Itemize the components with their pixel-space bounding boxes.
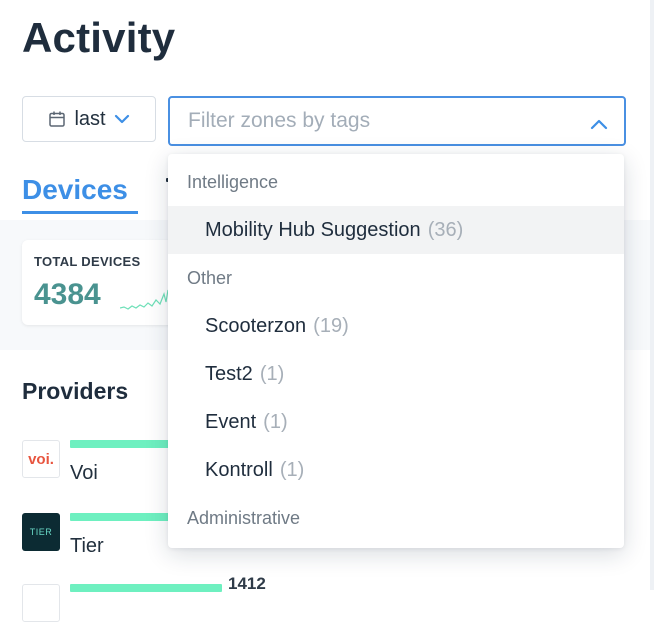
- scroll-edge: [650, 0, 654, 590]
- group-label-administrative: Administrative: [187, 508, 301, 528]
- option-label: Scooterzon: [205, 314, 307, 337]
- calendar-icon: [48, 110, 66, 128]
- filter-placeholder: Filter zones by tags: [188, 109, 371, 132]
- zone-tags-dropdown: Intelligence Mobility Hub Suggestion (36…: [168, 154, 624, 548]
- option-count: (19): [313, 314, 349, 337]
- option-event[interactable]: Event (1): [168, 398, 624, 446]
- option-count: (1): [263, 410, 288, 433]
- provider-name: Voi: [70, 462, 98, 484]
- option-scooterzon[interactable]: Scooterzon (19): [168, 302, 624, 350]
- active-tab-underline: [22, 211, 138, 214]
- option-label: Event: [205, 410, 257, 433]
- option-mobility-hub-suggestion[interactable]: Mobility Hub Suggestion (36): [168, 206, 624, 254]
- option-label: Kontroll: [205, 458, 273, 481]
- page-title: Activity: [22, 14, 176, 61]
- option-kontroll[interactable]: Kontroll (1): [168, 446, 624, 494]
- provider-name: Tier: [70, 535, 104, 557]
- tier-logo: TIER: [22, 513, 60, 551]
- provider-bar: [70, 584, 222, 592]
- option-label: Mobility Hub Suggestion: [205, 218, 421, 241]
- option-test2[interactable]: Test2 (1): [168, 350, 624, 398]
- zone-tag-filter-input[interactable]: Filter zones by tags: [168, 96, 626, 146]
- total-devices-value: 4384: [34, 278, 101, 311]
- total-devices-label: TOTAL DEVICES: [34, 254, 141, 269]
- providers-heading: Providers: [22, 378, 129, 404]
- option-count: (1): [279, 458, 305, 481]
- chevron-down-icon: [114, 114, 130, 124]
- provider-row[interactable]: 1412: [22, 574, 266, 644]
- voi-logo: voi.: [22, 440, 60, 478]
- date-range-button[interactable]: last: [22, 96, 156, 142]
- chevron-up-icon[interactable]: [590, 113, 608, 137]
- group-label-intelligence: Intelligence: [187, 172, 279, 192]
- tab-devices[interactable]: Devices: [22, 174, 128, 206]
- option-label: Test2: [205, 362, 253, 385]
- option-count: (1): [259, 362, 285, 385]
- provider-count: 1412: [228, 574, 266, 593]
- date-range-label: last: [74, 107, 106, 130]
- group-label-other: Other: [187, 268, 233, 288]
- option-count: (36): [427, 218, 464, 241]
